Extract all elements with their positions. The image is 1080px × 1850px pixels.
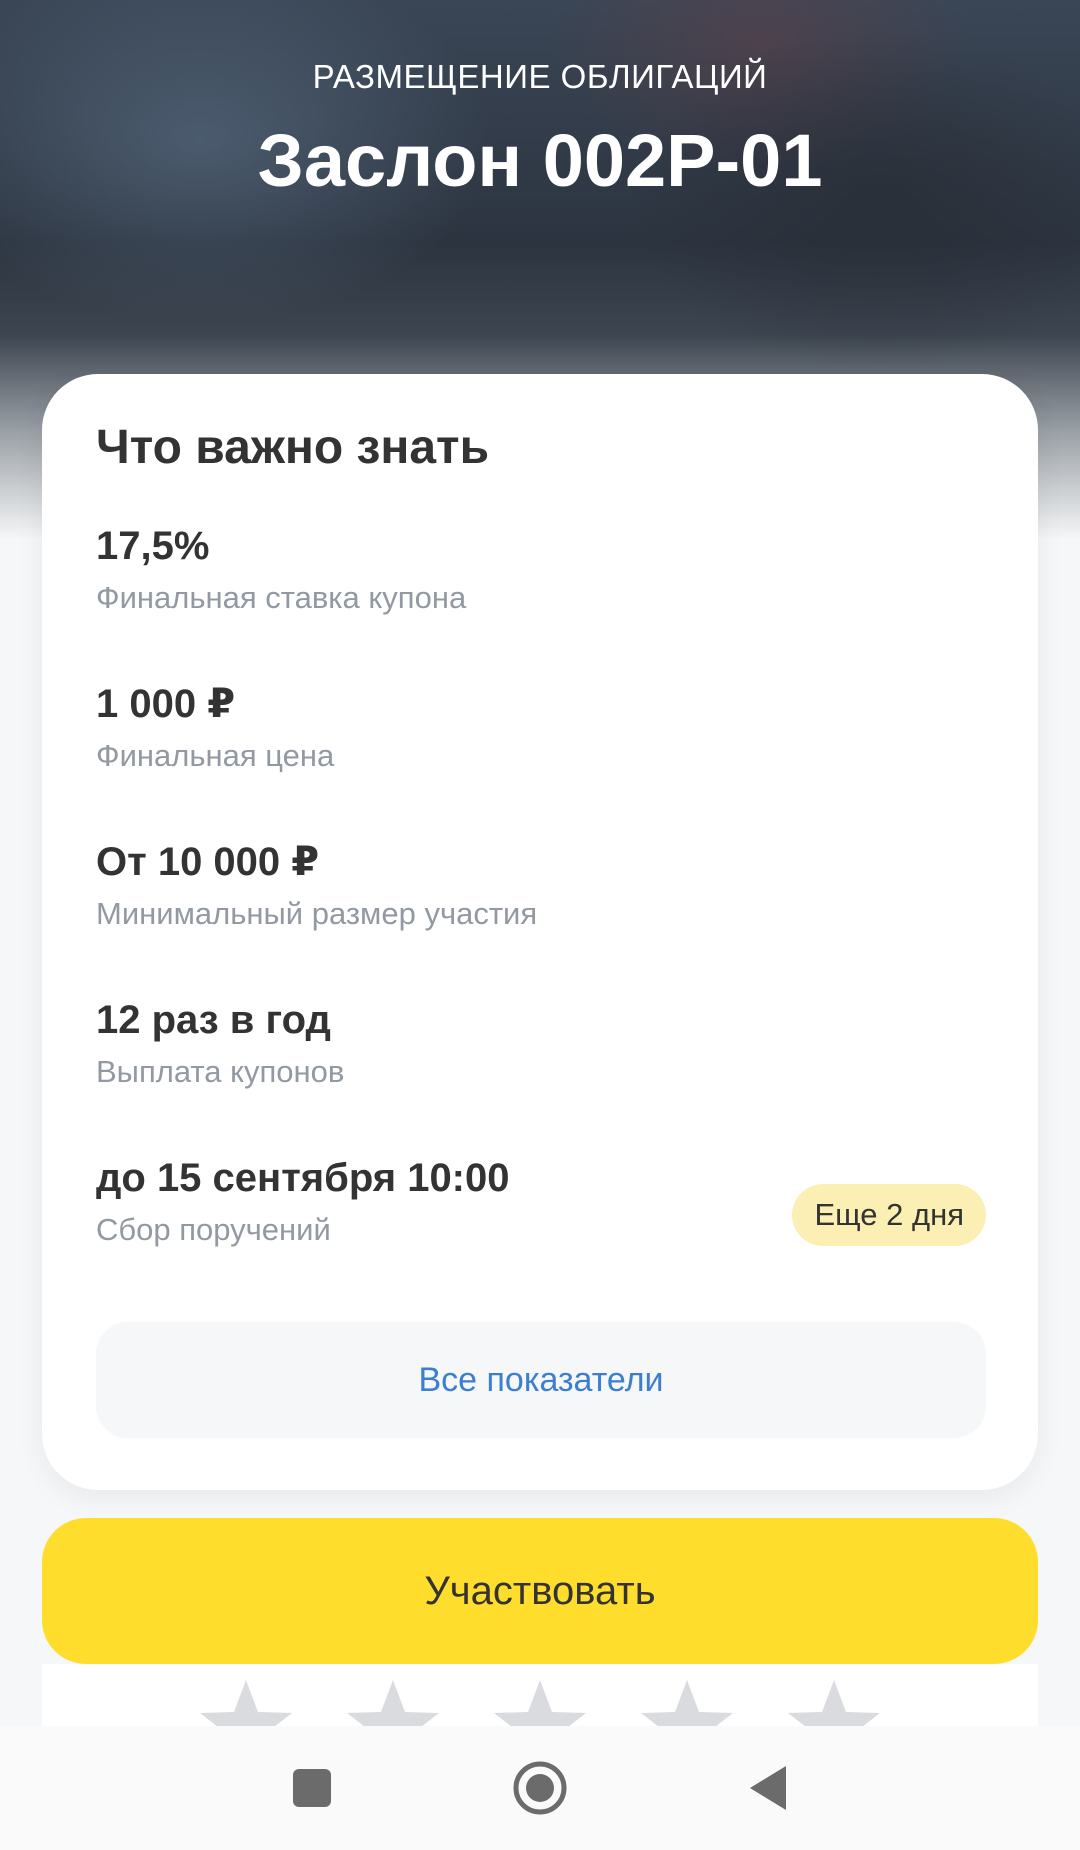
fact-label: Финальная ставка купона [96,580,467,615]
card-title: Что важно знать [96,421,490,474]
square-recents-icon [293,1769,331,1807]
triangle-back-icon [750,1766,786,1810]
circle-home-icon [513,1761,567,1815]
fact-label: Выплата купонов [96,1054,345,1089]
all-metrics-button[interactable]: Все показатели [96,1322,986,1438]
system-navigation-bar [0,1726,1080,1850]
home-button[interactable] [498,1746,582,1830]
fact-label: Финальная цена [96,738,335,773]
fact-value: 1 000 ₽ [96,682,236,726]
fact-order-collection: до 15 сентября 10:00 Сбор поручений [96,1154,736,1250]
fact-coupon-frequency: 12 раз в год Выплата купонов [96,996,996,1092]
fact-value: до 15 сентября 10:00 [96,1156,510,1200]
back-button[interactable] [726,1746,810,1830]
page-title: Заслон 002P-01 [257,119,823,202]
key-info-card: Что важно знать 17,5% Финальная ставка к… [42,374,1038,1490]
fact-min-participation: От 10 000 ₽ Минимальный размер участия [96,838,996,934]
fact-coupon-rate: 17,5% Финальная ставка купона [96,522,996,618]
fact-value: От 10 000 ₽ [96,840,320,884]
fact-label: Сбор поручений [96,1212,331,1247]
recents-button[interactable] [270,1746,354,1830]
bond-placement-screen: РАЗМЕЩЕНИЕ ОБЛИГАЦИЙ Заслон 002P-01 Что … [0,0,1080,1850]
fact-value: 17,5% [96,524,210,568]
fact-label: Минимальный размер участия [96,896,538,931]
deadline-badge: Еще 2 дня [792,1184,986,1246]
fact-value: 12 раз в год [96,998,331,1042]
participate-button[interactable]: Участвовать [42,1518,1038,1664]
fact-final-price: 1 000 ₽ Финальная цена [96,680,996,776]
hero-eyebrow: РАЗМЕЩЕНИЕ ОБЛИГАЦИЙ [312,58,768,95]
